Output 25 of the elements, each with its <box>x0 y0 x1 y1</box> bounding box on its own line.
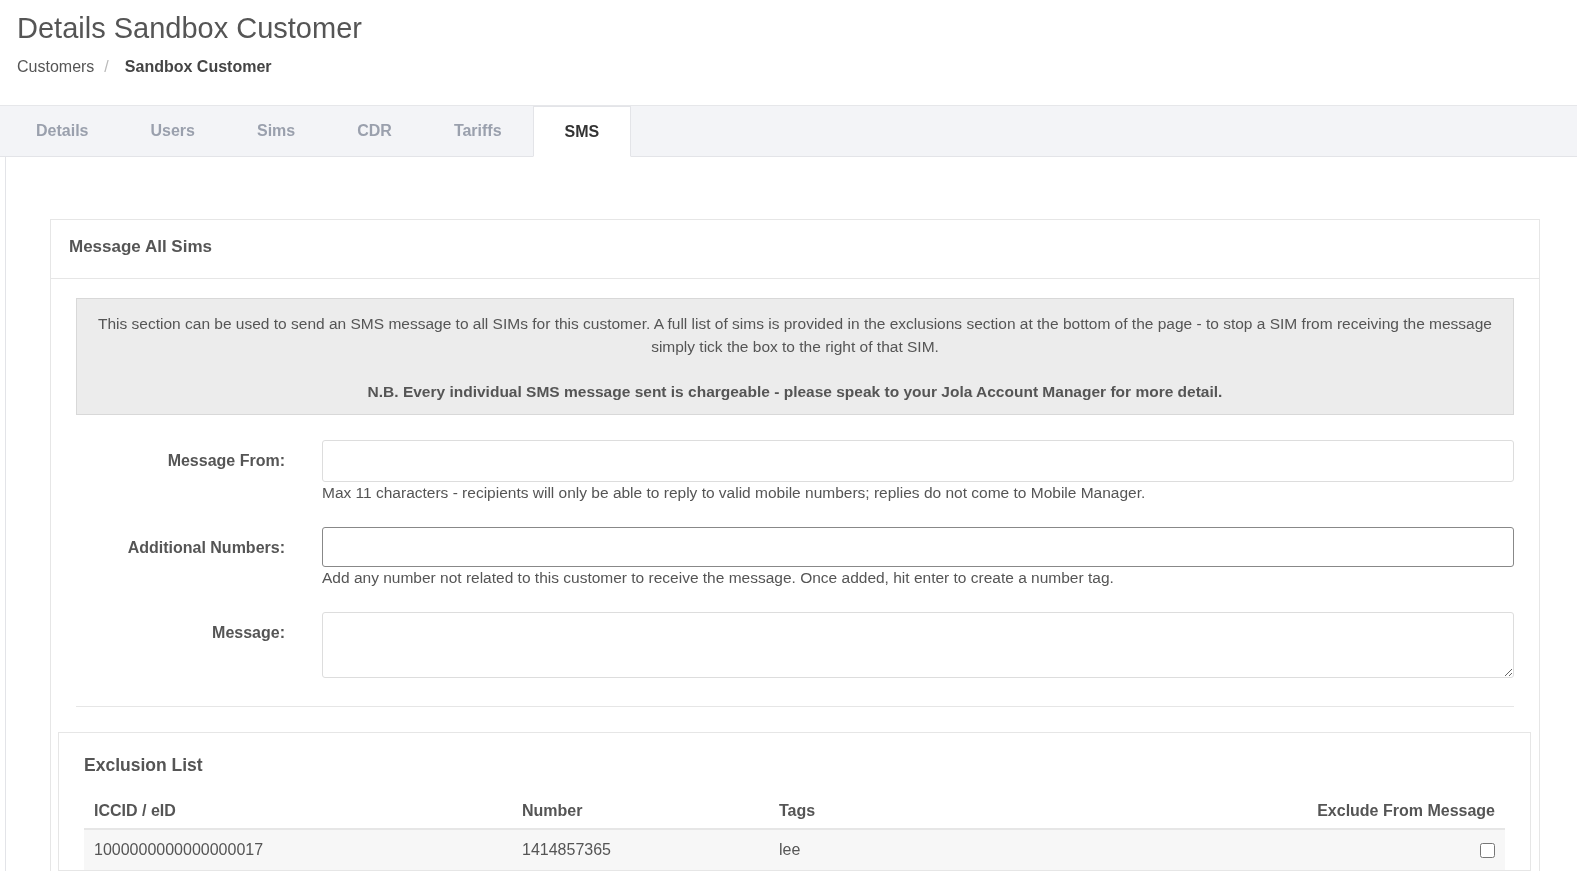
help-text: Max 11 characters - recipients will only be able to reply to valid mobile numbers; replies do not come to Mobile Manager. <box>322 484 1147 502</box>
section-title: Exclusion List <box>84 755 204 776</box>
input-field[interactable] <box>322 527 1514 567</box>
table-cell: lee <box>769 829 932 870</box>
tab[interactable]: Sims <box>225 106 327 156</box>
breadcrumb-current: Sandbox Customer <box>124 58 272 76</box>
help-text: Add any number not related to this customer to receive the message. Once added, hit enter to create a number tag. <box>322 569 1115 587</box>
page-title: Details Sandbox Customer <box>17 11 363 46</box>
field-label: Additional Numbers: <box>126 538 285 558</box>
tab[interactable]: CDR <box>326 106 423 156</box>
notice-warning: N.B. Every individual SMS message sent is chargeable - please speak to your Jola Account Manager for more detail. <box>366 382 1224 402</box>
breadcrumb-link[interactable]: Customers <box>17 58 95 76</box>
exclude-checkbox[interactable] <box>1480 843 1495 859</box>
tab[interactable]: SMS <box>532 106 632 157</box>
card-title: Message All Sims <box>51 220 1539 279</box>
notice-text: This section can be used to send an SMS message to all SIMs for this customer. A full list of sims is provided in the exclusions section at the bottom of the page - to stop a SIM from receiving the message simply tick the box to the right of that SIM. <box>97 314 1493 357</box>
field-label: Message From: <box>166 451 285 471</box>
tab[interactable]: Users <box>119 106 226 156</box>
table-cell: 1000000000000000017 <box>84 829 512 870</box>
breadcrumb-separator: / <box>104 58 109 76</box>
tab[interactable]: Tariffs <box>422 106 533 156</box>
field-label: Message: <box>211 623 285 643</box>
tab[interactable]: Details <box>5 106 120 156</box>
table-cell: 1414857365 <box>512 829 769 870</box>
message-field[interactable] <box>322 612 1514 678</box>
